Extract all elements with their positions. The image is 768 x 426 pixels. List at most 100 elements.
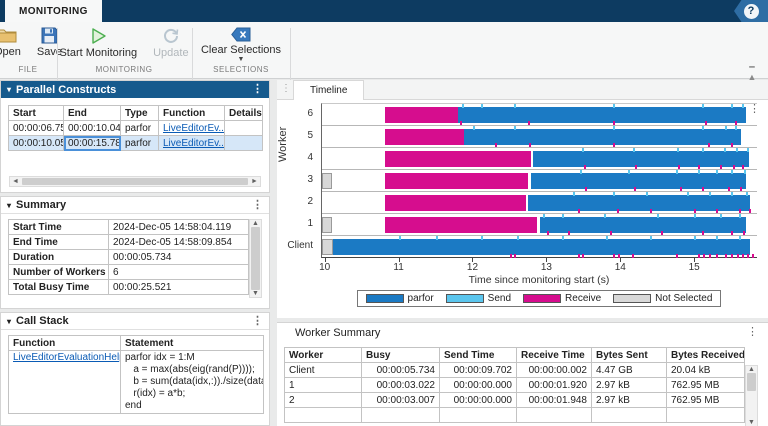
scroll-up-icon[interactable]: ▲	[746, 366, 757, 373]
bar-receive[interactable]	[385, 195, 526, 211]
open-button[interactable]: Open	[0, 25, 26, 60]
table-row[interactable]: 00:00:06.754 00:00:10.046 parfor LiveEdi…	[9, 121, 263, 136]
timeline-row-Client[interactable]	[322, 236, 757, 258]
receive-event-tick	[547, 231, 549, 235]
function-link[interactable]: LiveEditorEv...	[163, 123, 225, 134]
call-stack-table: Function Statement LiveEditorEvaluationH…	[8, 335, 264, 414]
collapse-icon[interactable]: ▾	[7, 201, 11, 210]
table-row[interactable]: Client 00:00:05.734 00:00:09.702 00:00:0…	[285, 363, 745, 378]
table-row[interactable]: 1 00:00:03.022 00:00:00.000 00:00:01.920…	[285, 378, 745, 393]
receive-event-tick	[635, 165, 637, 169]
col-header[interactable]: Function	[159, 106, 225, 121]
vertical-splitter[interactable]	[270, 79, 277, 426]
table-row[interactable]: LiveEditorEvaluationHelp... parfor idx =…	[9, 351, 264, 414]
col-header[interactable]: Worker	[285, 348, 362, 363]
timeline-row-3[interactable]	[322, 170, 757, 192]
panel-menu-icon[interactable]: ⋮	[252, 200, 263, 211]
bar-parfor[interactable]	[531, 173, 746, 189]
table-row[interactable]: Duration00:00:05.734	[9, 250, 249, 265]
bar-notsel[interactable]	[322, 239, 333, 255]
tab-timeline[interactable]: Timeline	[293, 80, 364, 100]
parallel-constructs-header[interactable]: ▾ Parallel Constructs ⋮	[1, 81, 269, 98]
clear-selections-button[interactable]: Clear Selections ▼	[196, 25, 286, 65]
table-row-selected[interactable]: 00:00:10.051 00:00:15.786 parfor LiveEdi…	[9, 136, 263, 151]
receive-event-tick	[698, 165, 700, 169]
scroll-left-icon[interactable]: ◄	[10, 178, 21, 185]
bar-receive[interactable]	[385, 107, 458, 123]
table-row[interactable]: Total Busy Time00:00:25.521	[9, 280, 249, 295]
table-row[interactable]: Start Time2024-Dec-05 14:58:04.119	[9, 220, 249, 235]
receive-event-tick	[739, 209, 741, 213]
col-header[interactable]: Start	[9, 106, 64, 121]
drag-handle-icon[interactable]: ⋮	[281, 83, 291, 94]
col-header[interactable]: Statement	[121, 336, 264, 351]
timeline-row-5[interactable]	[322, 126, 757, 148]
col-header[interactable]: Details	[225, 106, 263, 121]
col-header[interactable]: Function	[9, 336, 121, 351]
scroll-up-icon[interactable]: ▲	[250, 220, 261, 227]
panel-menu-icon[interactable]: ⋮	[252, 84, 263, 95]
collapse-icon[interactable]: ▾	[7, 85, 11, 94]
start-monitoring-button[interactable]: Start Monitoring	[54, 25, 142, 61]
timeline-row-4[interactable]	[322, 148, 757, 170]
panel-menu-icon[interactable]: ⋮	[252, 316, 263, 327]
legend-item-send: Send	[446, 293, 511, 304]
parallel-constructs-table: Start End Type Function Details 00:00:06…	[8, 105, 263, 151]
call-stack-header[interactable]: ▾ Call Stack ⋮	[1, 313, 269, 330]
y-tick-labels: 654321Client	[277, 103, 317, 258]
receive-event-tick	[720, 165, 722, 169]
send-event-tick	[633, 148, 635, 152]
send-event-tick	[709, 192, 711, 196]
update-button[interactable]: Update	[148, 25, 193, 61]
bar-notsel[interactable]	[322, 217, 332, 233]
bar-receive[interactable]	[385, 173, 527, 189]
summary-header[interactable]: ▾ Summary ⋮	[1, 197, 269, 214]
panel-menu-icon[interactable]: ⋮	[747, 327, 758, 338]
tab-monitoring[interactable]: MONITORING	[5, 0, 102, 22]
focused-cell[interactable]: 00:00:15.786	[64, 136, 121, 151]
function-link[interactable]: LiveEditorEvaluationHelp...	[13, 352, 121, 363]
col-header[interactable]: Send Time	[440, 348, 517, 363]
summary-panel: ▾ Summary ⋮ Start Time2024-Dec-05 14:58:…	[0, 196, 270, 309]
col-header[interactable]: End	[64, 106, 121, 121]
collapse-icon[interactable]: ▾	[7, 317, 11, 326]
col-header[interactable]: Type	[121, 106, 159, 121]
timeline-plot[interactable]	[321, 103, 757, 258]
bar-notsel[interactable]	[322, 173, 332, 189]
vertical-scrollbar[interactable]: ▲ ▼	[745, 365, 758, 426]
bar-parfor[interactable]	[333, 239, 750, 255]
bar-parfor[interactable]	[458, 107, 746, 123]
table-row[interactable]: End Time2024-Dec-05 14:58:09.854	[9, 235, 249, 250]
receive-event-tick	[584, 165, 586, 169]
scroll-right-icon[interactable]: ►	[249, 178, 260, 185]
table-row[interactable]: Number of Workers6	[9, 265, 249, 280]
title-bar: MONITORING ?	[0, 0, 768, 22]
bar-receive[interactable]	[385, 151, 530, 167]
col-header[interactable]: Busy	[362, 348, 440, 363]
legend-item-receive: Receive	[523, 293, 601, 304]
horizontal-scrollbar[interactable]: ◄ ►	[9, 176, 261, 187]
scroll-down-icon[interactable]: ▼	[250, 290, 261, 297]
help-button[interactable]: ?	[744, 4, 759, 19]
col-header[interactable]: Bytes Sent	[592, 348, 667, 363]
bar-parfor[interactable]	[464, 129, 740, 145]
clear-icon	[231, 27, 251, 42]
table-row-partial[interactable]	[285, 408, 745, 423]
bar-receive[interactable]	[385, 129, 463, 145]
table-row[interactable]: 2 00:00:03.007 00:00:00.000 00:00:01.948…	[285, 393, 745, 408]
collapse-ribbon-icon[interactable]: ━▲	[744, 62, 760, 74]
send-event-tick	[725, 126, 727, 130]
col-header[interactable]: Bytes Received	[667, 348, 745, 363]
timeline-row-2[interactable]	[322, 192, 757, 214]
scroll-down-icon[interactable]: ▼	[746, 419, 757, 426]
bar-receive[interactable]	[385, 217, 536, 233]
send-event-tick	[436, 236, 438, 240]
bar-parfor[interactable]	[540, 217, 746, 233]
bar-parfor[interactable]	[533, 151, 749, 167]
vertical-scrollbar[interactable]: ▲ ▼	[249, 219, 262, 298]
col-header[interactable]: Receive Time	[517, 348, 592, 363]
chevron-down-icon[interactable]: ▼	[238, 57, 245, 63]
function-link[interactable]: LiveEditorEv...	[163, 138, 225, 149]
timeline-row-6[interactable]	[322, 104, 757, 126]
timeline-row-1[interactable]	[322, 214, 757, 236]
